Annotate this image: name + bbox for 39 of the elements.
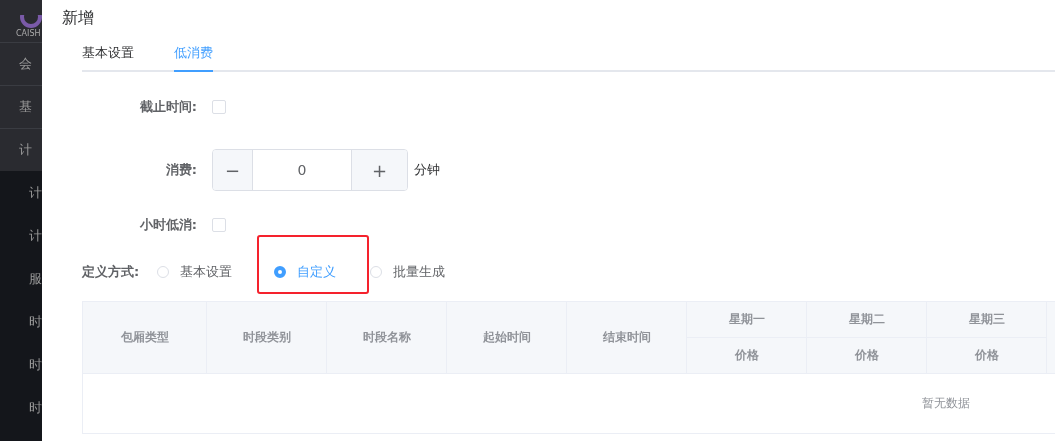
column-subheader: 价格 <box>927 338 1047 374</box>
tab[interactable]: 基本设置 <box>82 44 134 72</box>
logo-text: CAISH <box>16 29 41 38</box>
field-label: 小时低消: <box>138 216 197 234</box>
column-header: 时段类别 <box>207 302 327 374</box>
checkbox[interactable] <box>212 100 226 114</box>
column-subheader: 价格 <box>687 338 807 374</box>
column-header: 星期二 <box>807 302 927 338</box>
sidebar-subitem[interactable]: 时 <box>0 386 42 429</box>
sidebar-subitem[interactable]: 时 <box>0 343 42 386</box>
sidebar-subitem[interactable]: 服 <box>0 257 42 300</box>
column-header: 星期一 <box>687 302 807 338</box>
sidebar-subitem[interactable]: 时 <box>0 300 42 343</box>
sidebar-item[interactable]: 计 <box>0 128 42 171</box>
sidebar-subitem[interactable]: 计 <box>0 214 42 257</box>
column-header: 时段名称 <box>327 302 447 374</box>
empty-text: 暂无数据 <box>922 395 970 412</box>
sidebar-item[interactable]: 基 <box>0 85 42 128</box>
column-header: 包厢类型 <box>83 302 207 374</box>
number-input[interactable]: 0 <box>253 150 351 190</box>
field-label: 定义方式: <box>82 263 140 281</box>
column-subheader: 价格 <box>807 338 927 374</box>
radio-button[interactable] <box>274 266 287 278</box>
sidebar-item[interactable]: 会 <box>0 42 42 85</box>
decrement-button[interactable]: − <box>213 150 253 190</box>
checkbox[interactable] <box>212 218 226 232</box>
logo-icon <box>18 15 42 29</box>
column-header: 结束时间 <box>567 302 687 374</box>
radio-label[interactable]: 批量生成 <box>393 263 446 281</box>
sidebar-subitem[interactable]: 计 <box>0 171 42 214</box>
field-label: 消费: <box>164 161 197 179</box>
number-stepper[interactable]: − 0 + <box>212 149 408 191</box>
dialog-title: 新增 <box>62 8 95 29</box>
field-label: 截止时间: <box>138 98 197 116</box>
unit-label: 分钟 <box>414 161 440 179</box>
column-header: 星期三 <box>927 302 1047 338</box>
increment-button[interactable]: + <box>351 150 407 190</box>
column-header: 起始时间 <box>447 302 567 374</box>
radio-label[interactable]: 基本设置 <box>180 263 233 281</box>
